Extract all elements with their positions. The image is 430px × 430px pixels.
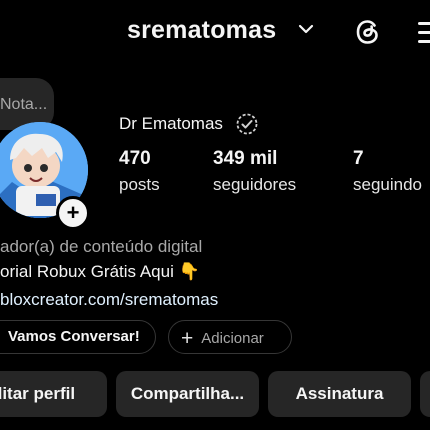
stat-following[interactable]: 7 seguindo (353, 148, 422, 195)
plus-icon: + (181, 327, 194, 350)
profile-screen: srematomas Nota... + Dr Ematomas 470 pos… (0, 0, 430, 430)
profile-full-name: Dr Ematomas (119, 114, 223, 133)
verified-badge-icon (236, 113, 258, 135)
conversation-chip[interactable]: Vamos Conversar! (0, 320, 156, 354)
share-profile-button[interactable]: Compartilha... (116, 371, 259, 417)
threads-icon[interactable] (352, 16, 384, 48)
stat-followers-label: seguidores (213, 175, 297, 194)
stat-posts-label: posts (119, 175, 160, 194)
stat-following-label: seguindo (353, 175, 423, 194)
profile-bio: orial Robux Grátis Aqui 👇 (0, 262, 200, 281)
note-text: Nota... (0, 96, 48, 113)
subscription-button[interactable]: Assinatura (268, 371, 411, 417)
stat-followers[interactable]: 349 mil seguidores (213, 148, 296, 195)
stat-following-value: 7 (353, 148, 364, 169)
menu-icon[interactable] (418, 18, 430, 46)
add-chip-label: Adicionar (201, 330, 264, 347)
profile-link[interactable]: bloxcreator.com/srematomas (0, 290, 218, 310)
plus-icon: + (66, 200, 80, 225)
more-button[interactable] (420, 371, 430, 417)
chevron-down-icon[interactable] (297, 22, 315, 36)
stat-posts-value: 470 (119, 148, 151, 169)
add-chip[interactable]: + Adicionar (168, 320, 292, 354)
username-switcher[interactable]: srematomas (127, 16, 276, 45)
stat-followers-value: 349 mil (213, 148, 278, 169)
add-story-button[interactable]: + (56, 196, 90, 230)
stat-posts[interactable]: 470 posts (119, 148, 160, 195)
profile-category: ador(a) de conteúdo digital (0, 237, 203, 256)
edit-profile-button[interactable]: ditar perfil (0, 371, 107, 417)
